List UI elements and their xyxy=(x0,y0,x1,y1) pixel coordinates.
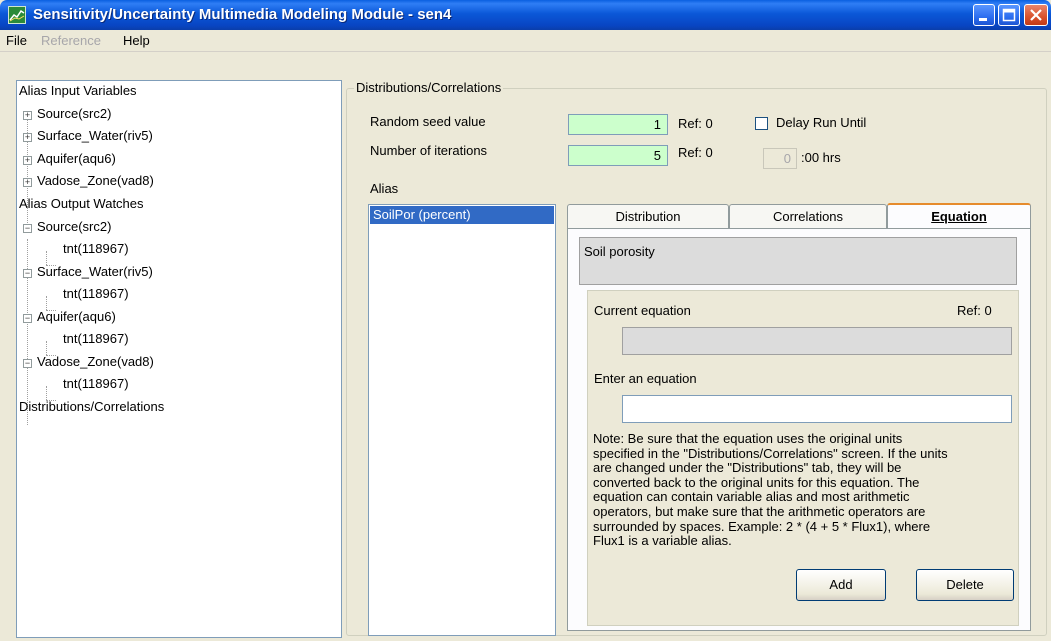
collapse-minus-icon[interactable]: − xyxy=(23,359,32,368)
close-icon xyxy=(1030,9,1042,21)
expand-plus-icon[interactable]: + xyxy=(23,133,32,142)
tab-correlations[interactable]: Correlations xyxy=(729,204,887,228)
tree-output-source-child[interactable]: tnt(118967) xyxy=(63,241,129,261)
equation-note: Note: Be sure that the equation uses the… xyxy=(593,432,1025,569)
collapse-minus-icon[interactable]: − xyxy=(23,314,32,323)
seed-ref: Ref: 0 xyxy=(678,116,713,131)
enter-equation-label: Enter an equation xyxy=(594,371,697,386)
note-line: specified in the "Distributions/Correlat… xyxy=(593,445,948,461)
tab-distribution[interactable]: Distribution xyxy=(567,204,729,228)
minimize-button[interactable] xyxy=(973,4,995,26)
menu-file[interactable]: File xyxy=(6,33,27,48)
tab-equation[interactable]: Equation xyxy=(887,203,1031,230)
tree-output-aquifer[interactable]: Aquifer(aqu6) xyxy=(37,309,116,329)
alias-label: Alias xyxy=(370,181,399,196)
note-line: converted back to the original units for… xyxy=(593,474,920,490)
current-equation-field xyxy=(622,327,1012,355)
seed-label: Random seed value xyxy=(370,114,486,129)
note-line: operators, but make sure that the arithm… xyxy=(593,503,926,519)
collapse-minus-icon[interactable]: − xyxy=(23,224,32,233)
tree-output-header[interactable]: Alias Output Watches xyxy=(19,196,144,216)
maximize-icon xyxy=(1002,8,1016,22)
note-line: are changed under the "Distributions" ta… xyxy=(593,460,902,476)
equation-input[interactable] xyxy=(622,395,1012,423)
app-window: Sensitivity/Uncertainty Multimedia Model… xyxy=(0,0,1051,641)
current-equation-label: Current equation xyxy=(594,303,691,318)
add-button[interactable]: Add xyxy=(796,569,886,601)
seed-input[interactable]: 1 xyxy=(568,114,668,135)
note-line: Note: Be sure that the equation uses the… xyxy=(593,432,903,446)
tree-output-surface-water[interactable]: Surface_Water(riv5) xyxy=(37,264,153,284)
expand-plus-icon[interactable]: + xyxy=(23,178,32,187)
window-title: Sensitivity/Uncertainty Multimedia Model… xyxy=(33,6,452,23)
title-bar[interactable]: Sensitivity/Uncertainty Multimedia Model… xyxy=(0,0,1051,30)
menu-bar: File Reference Help xyxy=(0,30,1051,52)
tree-output-vadose-zone[interactable]: Vadose_Zone(vad8) xyxy=(37,354,154,374)
current-equation-ref: Ref: 0 xyxy=(957,303,992,318)
delay-hour-input[interactable]: 0 xyxy=(763,148,797,169)
tree-output-vadose-zone-child[interactable]: tnt(118967) xyxy=(63,376,129,396)
minimize-icon xyxy=(979,18,987,21)
tree-input-aquifer[interactable]: Aquifer(aqu6) xyxy=(37,151,116,171)
groupbox-title: Distributions/Correlations xyxy=(354,80,504,95)
iterations-label: Number of iterations xyxy=(370,143,488,158)
delay-hours-suffix: :00 hrs xyxy=(801,150,841,165)
tree-input-header[interactable]: Alias Input Variables xyxy=(19,83,137,103)
expand-plus-icon[interactable]: + xyxy=(23,111,32,120)
note-line: surrounded by spaces. Example: 2 * (4 + … xyxy=(593,518,931,534)
close-button[interactable] xyxy=(1024,4,1048,26)
alias-list-item[interactable]: SoilPor (percent) xyxy=(370,206,554,224)
tree-output-surface-water-child[interactable]: tnt(118967) xyxy=(63,286,129,306)
delete-button[interactable]: Delete xyxy=(916,569,1014,601)
delay-run-label: Delay Run Until xyxy=(776,115,867,130)
app-chart-icon xyxy=(8,6,26,24)
iterations-input[interactable]: 5 xyxy=(568,145,668,166)
delay-run-checkbox[interactable] xyxy=(755,117,768,130)
iterations-ref: Ref: 0 xyxy=(678,145,713,160)
tree-input-source[interactable]: Source(src2) xyxy=(37,106,111,126)
tree-distributions[interactable]: Distributions/Correlations xyxy=(19,399,164,419)
maximize-button[interactable] xyxy=(998,4,1020,26)
menu-help[interactable]: Help xyxy=(123,33,150,48)
navigation-tree[interactable]: Alias Input Variables + Source(src2) + S… xyxy=(16,80,342,638)
expand-plus-icon[interactable]: + xyxy=(23,156,32,165)
tree-output-source[interactable]: Source(src2) xyxy=(37,219,111,239)
note-line: equation can contain variable alias and … xyxy=(593,489,910,505)
collapse-minus-icon[interactable]: − xyxy=(23,269,32,278)
tree-input-vadose-zone[interactable]: Vadose_Zone(vad8) xyxy=(37,173,154,193)
note-line: Flux1 is a variable alias. xyxy=(593,533,732,549)
tree-output-aquifer-child[interactable]: tnt(118967) xyxy=(63,331,129,351)
variable-description: Soil porosity xyxy=(579,237,1017,285)
menu-reference[interactable]: Reference xyxy=(41,33,101,48)
tree-input-surface-water[interactable]: Surface_Water(riv5) xyxy=(37,128,153,148)
alias-listbox[interactable]: SoilPor (percent) xyxy=(368,204,556,636)
